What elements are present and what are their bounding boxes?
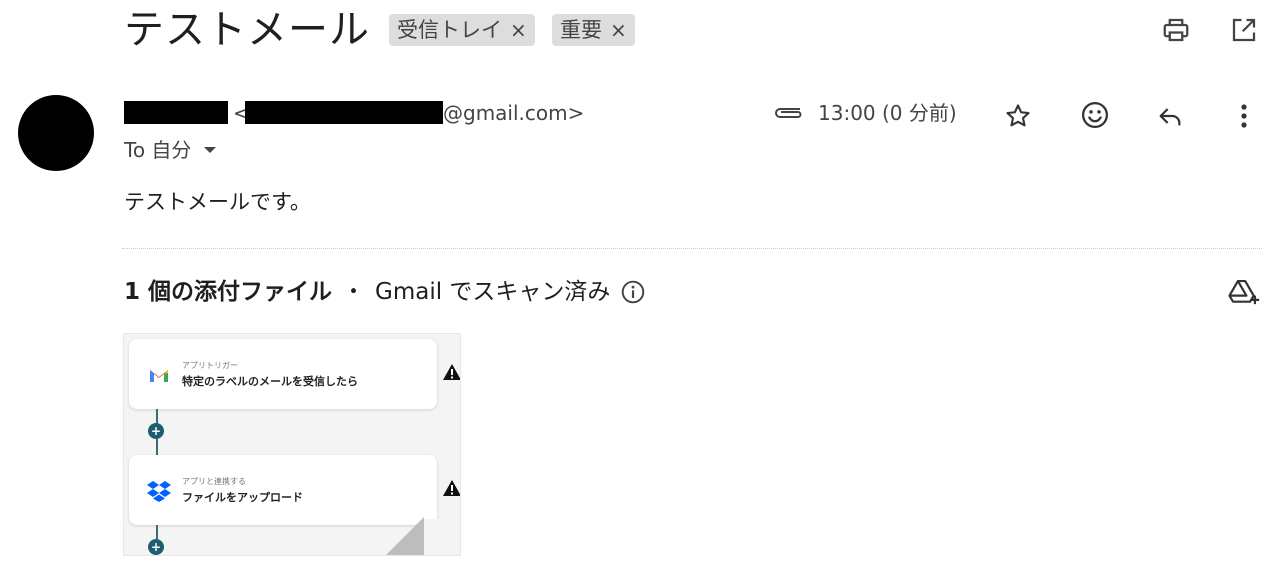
connector-line: [156, 525, 158, 539]
print-icon: [1163, 18, 1189, 42]
remove-label-icon[interactable]: ×: [510, 14, 527, 46]
card-type-label: アプリと連携する: [182, 477, 246, 486]
dropdown-arrow-icon: [204, 147, 217, 153]
page-fold-background: [424, 519, 460, 555]
print-button[interactable]: [1158, 12, 1194, 48]
emoji-reaction-button[interactable]: [1076, 96, 1114, 134]
sender-email-suffix: @gmail.com>: [443, 101, 585, 125]
gmail-logo-icon: [150, 370, 168, 382]
warning-icon: [443, 480, 460, 496]
workflow-card-action: アプリと連携する ファイルをアップロード: [129, 455, 437, 525]
drive-add-icon: [1228, 279, 1260, 305]
attachment-thumbnail[interactable]: アプリトリガー 特定のラベルのメールを受信したら + アプリと連携する ファイル…: [123, 333, 461, 556]
attachment-icon: [775, 108, 802, 118]
reply-button[interactable]: [1152, 98, 1188, 134]
card-action-label: ファイルをアップロード: [182, 491, 303, 504]
card-action-label: 特定のラベルのメールを受信したら: [182, 375, 358, 388]
label-chip-important[interactable]: 重要 ×: [552, 14, 635, 46]
star-button[interactable]: [1000, 98, 1036, 134]
connector-line: [156, 439, 158, 455]
dropbox-logo-icon: [147, 481, 171, 502]
add-step-icon: +: [148, 539, 164, 555]
attachment-count: 1 個の添付ファイル: [124, 279, 333, 305]
page-fold-icon: [386, 517, 424, 555]
sender-avatar[interactable]: [18, 95, 94, 171]
label-chip-inbox[interactable]: 受信トレイ ×: [389, 14, 535, 46]
add-to-drive-button[interactable]: [1224, 274, 1264, 310]
email-time: 13:00 (0 分前): [818, 101, 957, 125]
attachments-divider: [122, 248, 1262, 249]
remove-label-icon[interactable]: ×: [610, 14, 627, 46]
separator: ・: [342, 279, 366, 305]
info-icon[interactable]: [620, 279, 646, 305]
scan-status: Gmail でスキャン済み: [375, 279, 611, 305]
email-subject: テストメール: [124, 7, 370, 53]
attachments-header: 1 個の添付ファイル ・ Gmail でスキャン済み: [124, 276, 646, 308]
card-type-label: アプリトリガー: [182, 361, 238, 370]
warning-icon: [443, 364, 460, 380]
open-in-new-icon: [1232, 18, 1256, 42]
email-body: テストメールです。: [124, 190, 311, 214]
open-in-new-window-button[interactable]: [1226, 12, 1262, 48]
more-vert-icon: [1241, 104, 1247, 128]
label-chip-text: 重要: [560, 18, 602, 42]
workflow-card-trigger: アプリトリガー 特定のラベルのメールを受信したら: [129, 339, 437, 409]
star-icon: [1006, 104, 1030, 127]
recipients-toggle[interactable]: To 自分: [124, 136, 217, 164]
label-chip-text: 受信トレイ: [397, 18, 502, 42]
smiley-icon: [1082, 102, 1108, 128]
sender-name-redacted: [124, 101, 228, 124]
reply-icon: [1159, 108, 1181, 126]
sender-email-redacted: [245, 101, 443, 124]
recipients-label: To 自分: [124, 138, 192, 162]
more-options-button[interactable]: [1228, 98, 1260, 134]
add-step-icon: +: [148, 423, 164, 439]
